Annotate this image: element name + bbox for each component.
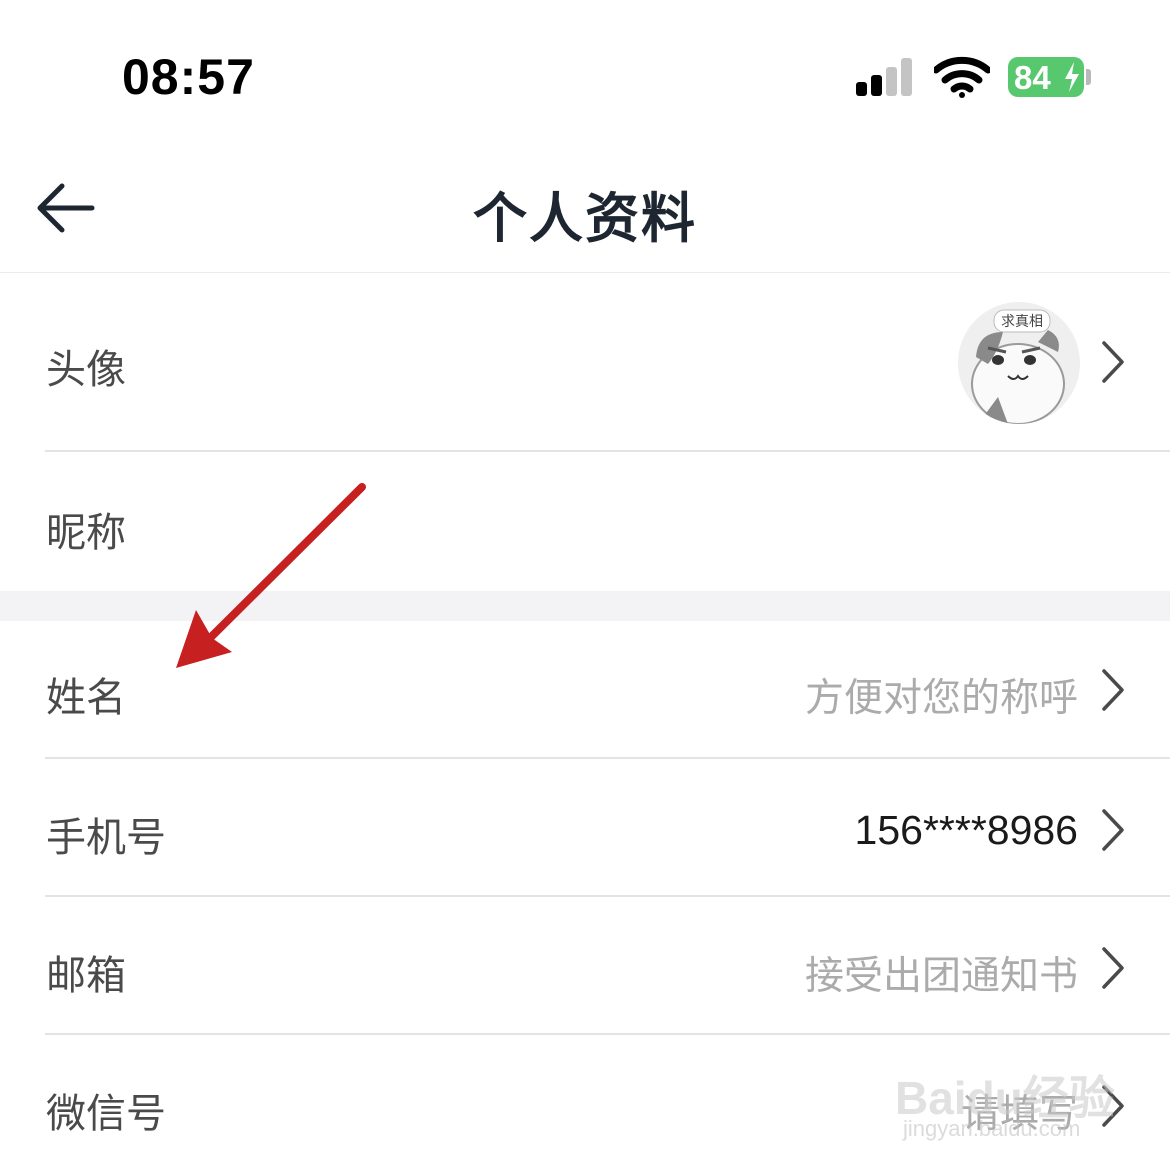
- avatar-badge-text: 求真相: [1001, 314, 1043, 330]
- wechat-value: 请填写: [960, 1092, 1078, 1137]
- avatar-label: 头像: [46, 347, 126, 393]
- nickname-row[interactable]: 昵称: [0, 452, 1170, 591]
- phone-label: 手机号: [46, 815, 166, 861]
- avatar-row[interactable]: 头像 求真相: [0, 273, 1170, 451]
- page-title: 个人资料: [473, 187, 697, 250]
- chevron-right-icon: [1102, 947, 1124, 989]
- avatar[interactable]: 求真相: [958, 302, 1080, 424]
- battery-charging-icon: 84: [1008, 57, 1084, 97]
- chevron-right-icon: [1102, 669, 1124, 711]
- status-time: 08:57: [122, 49, 255, 105]
- wifi-icon: [934, 56, 990, 98]
- nav-bar: 个人资料: [0, 150, 1170, 273]
- signal-icon: [856, 58, 914, 96]
- battery-percent: 84: [1014, 59, 1051, 96]
- name-label: 姓名: [46, 675, 126, 721]
- wechat-row[interactable]: 微信号 请填写: [0, 1035, 1170, 1170]
- nickname-label: 昵称: [46, 510, 126, 556]
- email-label: 邮箱: [46, 953, 126, 999]
- name-value: 方便对您的称呼: [804, 676, 1078, 721]
- battery-nub: [1086, 69, 1091, 85]
- avatar-cow-image: 求真相: [958, 302, 1080, 424]
- wechat-label: 微信号: [46, 1091, 166, 1137]
- section-gap: [0, 591, 1170, 621]
- phone-value: 156****8986: [854, 807, 1078, 853]
- email-row[interactable]: 邮箱 接受出团通知书: [0, 897, 1170, 1033]
- charging-bolt-icon: [1065, 62, 1079, 92]
- chevron-right-icon: [1102, 1085, 1124, 1127]
- chevron-right-icon: [1102, 341, 1124, 383]
- phone-row[interactable]: 手机号 156****8986: [0, 759, 1170, 895]
- email-value: 接受出团通知书: [804, 954, 1078, 999]
- status-bar: 08:57 84: [0, 0, 1170, 150]
- name-row[interactable]: 姓名 方便对您的称呼: [0, 621, 1170, 757]
- chevron-right-icon: [1102, 809, 1124, 851]
